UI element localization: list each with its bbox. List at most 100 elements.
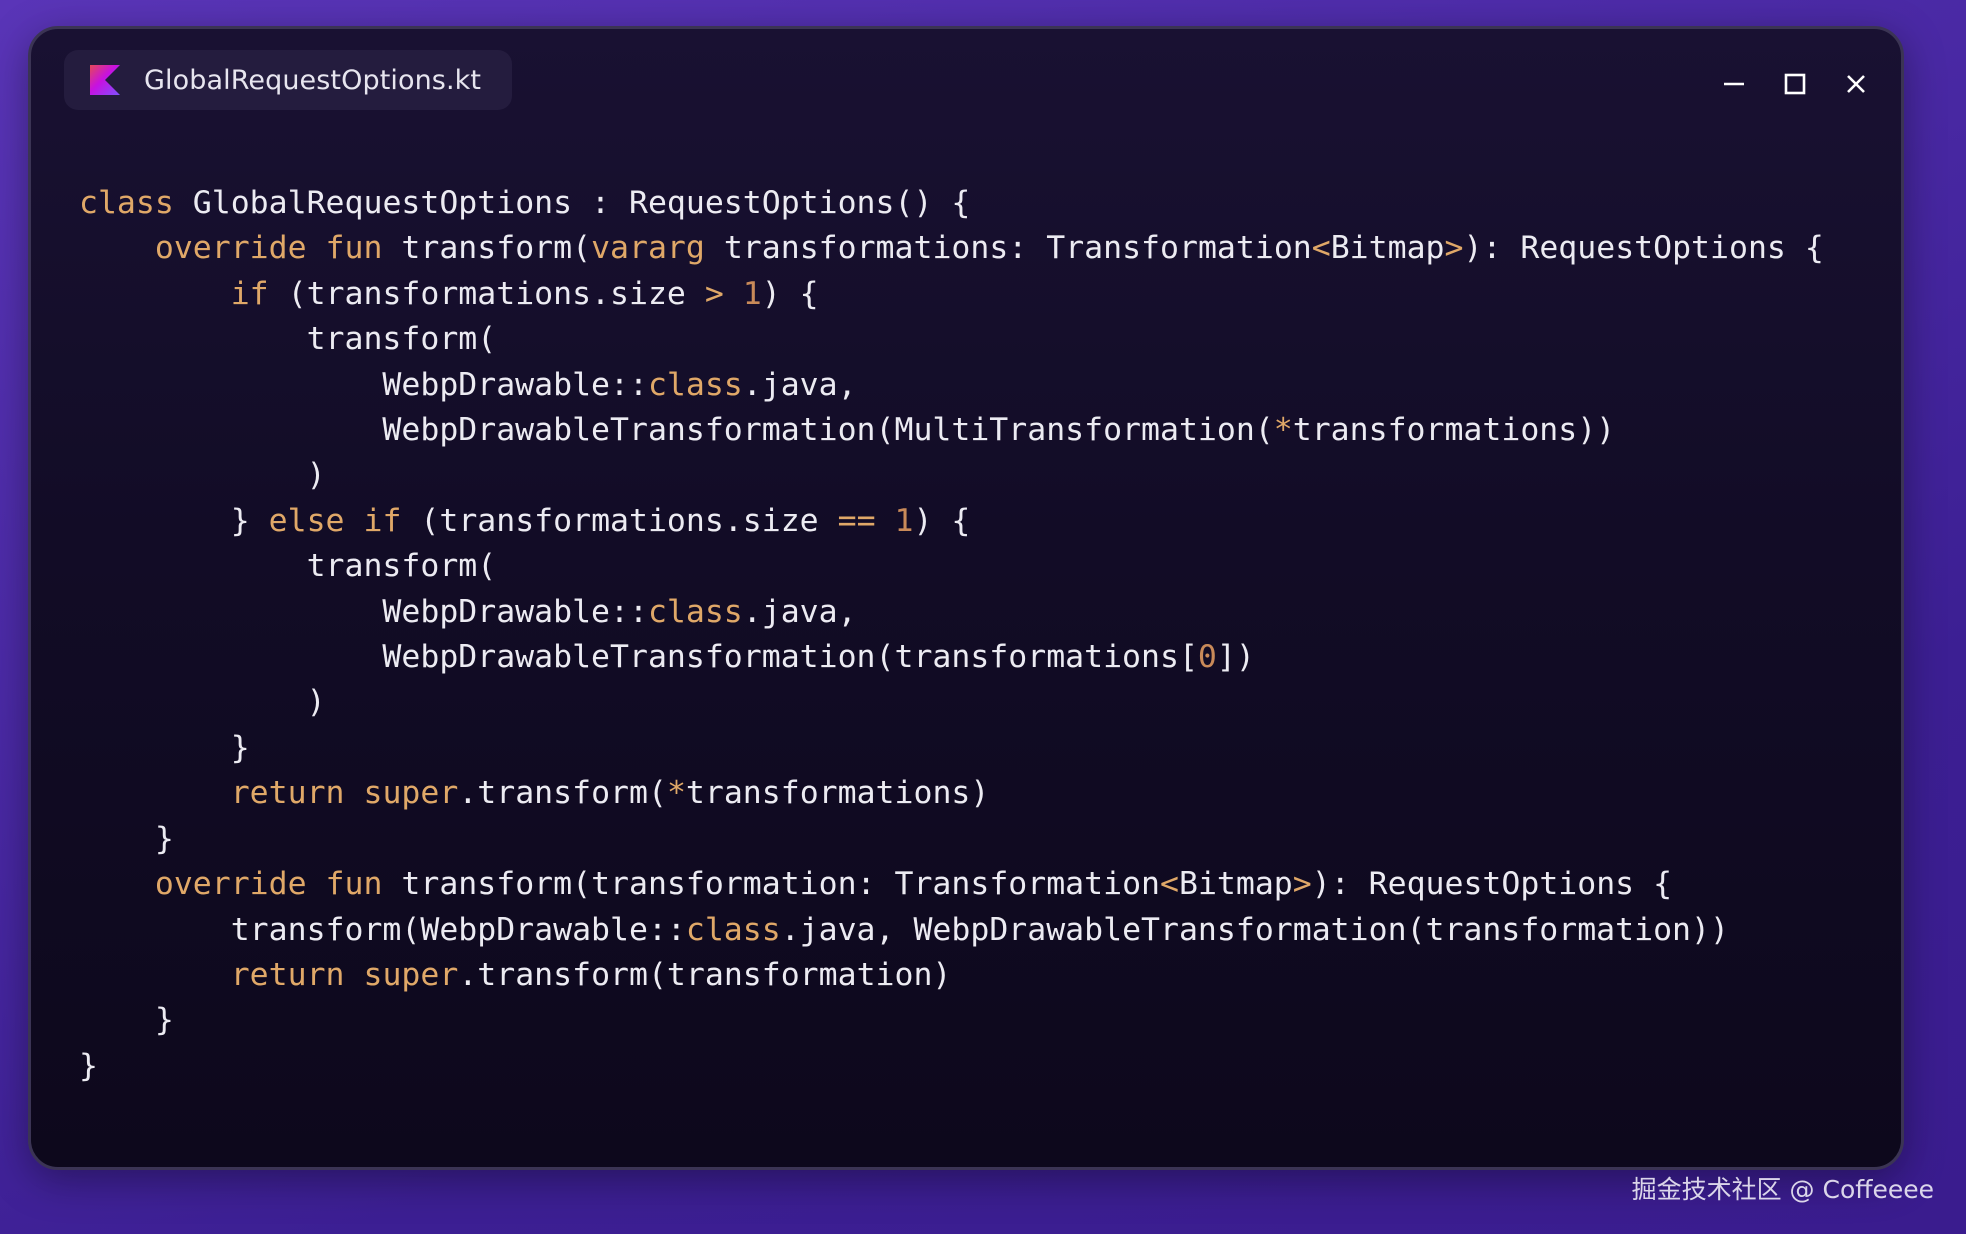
- code-token: ) {: [761, 275, 819, 312]
- code-token: WebpDrawable::: [79, 366, 648, 403]
- code-token: ): RequestOptions {: [1311, 866, 1673, 903]
- code-window: GlobalRequestOptions.kt class GlobalRequ…: [28, 26, 1904, 1170]
- code-token: }: [79, 1047, 98, 1084]
- code-token: ) {: [913, 502, 971, 539]
- code-token-kw: class: [647, 366, 743, 403]
- code-line: transform(WebpDrawable::class.java, Webp…: [79, 908, 1824, 953]
- code-token: ]): [1216, 639, 1255, 676]
- code-line: return super.transform(*transformations): [79, 771, 1824, 816]
- code-token-op: <: [1160, 866, 1179, 903]
- tab-title: GlobalRequestOptions.kt: [144, 64, 482, 96]
- code-token-kw: override: [154, 866, 307, 903]
- minimize-button[interactable]: [1713, 65, 1755, 107]
- code-line: if (transformations.size > 1) {: [79, 272, 1824, 317]
- code-token-kw: super: [363, 775, 459, 812]
- code-line: ): [79, 680, 1824, 725]
- code-line: WebpDrawableTransformation(MultiTransfor…: [79, 408, 1824, 453]
- code-token: WebpDrawableTransformation(transformatio…: [79, 639, 1198, 676]
- code-token: Bitmap: [1178, 866, 1293, 903]
- code-token: }: [79, 729, 250, 766]
- code-token: transform(: [79, 321, 497, 358]
- code-token: .transform(transformation): [458, 956, 952, 993]
- code-token-num: 1: [894, 502, 914, 539]
- code-token-kw: return: [230, 956, 345, 993]
- code-token-kw: fun: [325, 230, 383, 267]
- code-token: }: [79, 820, 174, 857]
- code-token: WebpDrawable::: [79, 593, 648, 630]
- code-token: .java,: [742, 593, 857, 630]
- code-line: WebpDrawable::class.java,: [79, 363, 1824, 408]
- code-line: WebpDrawableTransformation(transformatio…: [79, 635, 1824, 680]
- kotlin-icon: [90, 65, 120, 95]
- code-token: WebpDrawableTransformation(MultiTransfor…: [79, 412, 1274, 449]
- code-token-op: >: [1292, 866, 1312, 903]
- code-token-kw: else: [268, 502, 345, 539]
- code-token: transform(: [382, 230, 592, 267]
- watermark: 掘金技术社区 @ Coffeeee: [1631, 1175, 1934, 1204]
- code-line: } else if (transformations.size == 1) {: [79, 499, 1824, 544]
- code-line: transform(: [79, 317, 1824, 362]
- code-token-kw: class: [647, 593, 743, 630]
- code-token: ): RequestOptions {: [1463, 230, 1824, 267]
- code-line: WebpDrawable::class.java,: [79, 590, 1824, 635]
- maximize-button[interactable]: [1774, 65, 1816, 107]
- file-tab[interactable]: GlobalRequestOptions.kt: [64, 50, 512, 110]
- code-token-kw: vararg: [591, 230, 705, 267]
- code-token-op: *: [666, 775, 686, 812]
- code-token: }: [79, 1002, 174, 1039]
- code-token: .transform(: [458, 775, 667, 812]
- code-token: Bitmap: [1330, 230, 1445, 267]
- code-token: transformations: Transformation: [704, 230, 1312, 267]
- code-token: ): [79, 457, 326, 494]
- code-line: override fun transform(transformation: T…: [79, 862, 1824, 907]
- code-token-op: >: [704, 275, 724, 312]
- close-button[interactable]: [1835, 65, 1877, 107]
- code-token-kw: if: [230, 275, 269, 312]
- code-token-kw: fun: [325, 866, 383, 903]
- minimize-icon: [1722, 72, 1746, 100]
- code-token: transform(WebpDrawable::: [79, 911, 686, 948]
- code-token: .java, WebpDrawableTransformation(transf…: [780, 911, 1729, 948]
- code-token-kw: override: [154, 230, 307, 267]
- code-token-op: ==: [837, 502, 876, 539]
- code-token: transformations): [685, 775, 990, 812]
- code-line: override fun transform(vararg transforma…: [79, 226, 1824, 271]
- code-line: return super.transform(transformation): [79, 953, 1824, 998]
- code-line: transform(: [79, 544, 1824, 589]
- code-token-kw: return: [230, 775, 345, 812]
- close-icon: [1844, 72, 1868, 100]
- code-line: class GlobalRequestOptions : RequestOpti…: [79, 181, 1824, 226]
- code-token: (transformations.size: [268, 275, 705, 312]
- code-line: }: [79, 726, 1824, 771]
- code-line: }: [79, 1044, 1824, 1089]
- code-token-op: <: [1311, 230, 1331, 267]
- code-token: ): [79, 684, 326, 721]
- window-controls: [1694, 65, 1877, 107]
- code-token-num: 1: [742, 275, 762, 312]
- code-token-num: 0: [1197, 639, 1217, 676]
- code-token-kw: super: [363, 956, 459, 993]
- code-token: }: [79, 502, 269, 539]
- code-token-kw: if: [363, 502, 402, 539]
- code-line: ): [79, 453, 1824, 498]
- code-token-op: >: [1444, 230, 1464, 267]
- code-token: .java,: [742, 366, 857, 403]
- code-token-kw: class: [685, 911, 781, 948]
- code-token: transformations)): [1292, 412, 1616, 449]
- code-token: transform(transformation: Transformation: [382, 866, 1161, 903]
- code-block: class GlobalRequestOptions : RequestOpti…: [79, 181, 1824, 1089]
- code-line: }: [79, 998, 1824, 1043]
- code-token: GlobalRequestOptions : RequestOptions() …: [173, 185, 971, 221]
- code-token: (transformations.size: [401, 502, 838, 539]
